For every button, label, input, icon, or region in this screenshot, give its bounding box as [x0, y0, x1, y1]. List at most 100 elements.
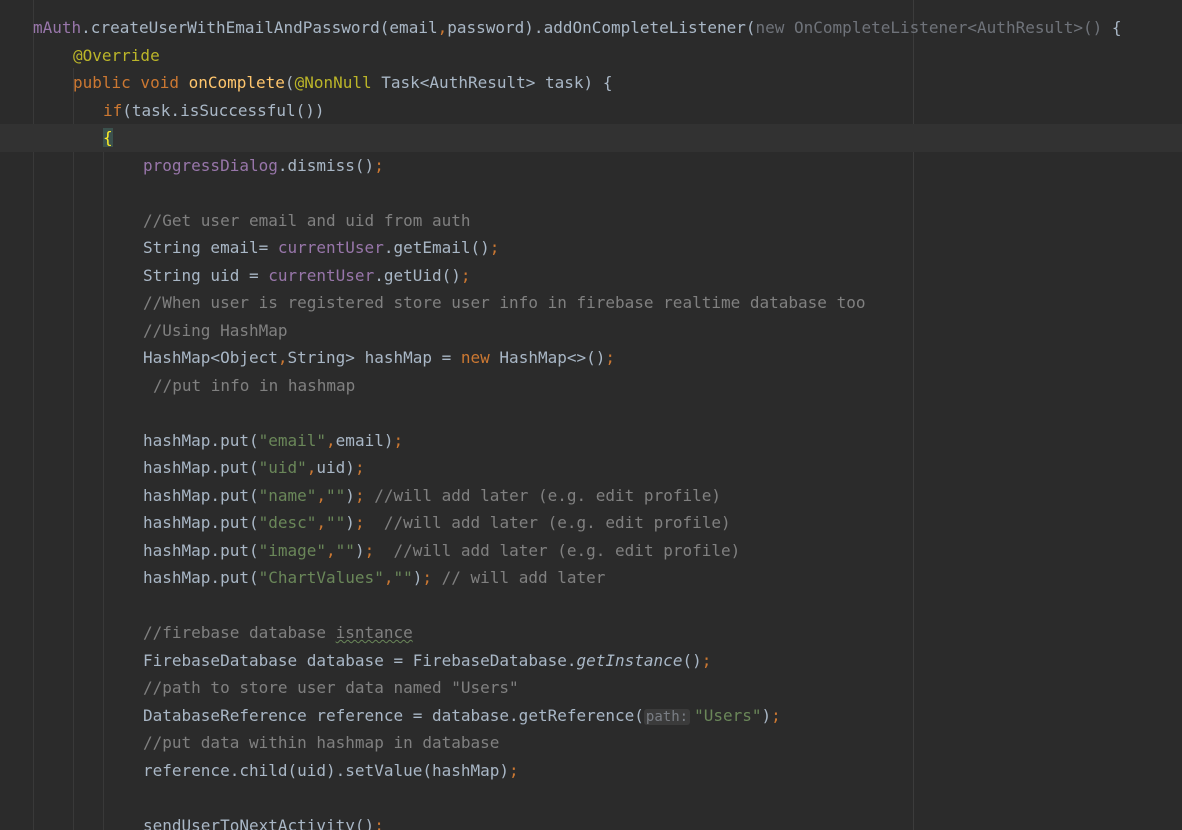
code-token: "image": [258, 540, 327, 560]
code-token: //When user is registered store user inf…: [143, 293, 866, 312]
code-token: ;: [460, 265, 471, 285]
code-token: ;: [364, 540, 375, 560]
code-line[interactable]: @Override: [0, 42, 1182, 70]
code-line[interactable]: [0, 784, 1182, 812]
code-token: currentUser: [277, 238, 384, 257]
code-line[interactable]: //When user is registered store user inf…: [0, 289, 1182, 317]
code-token: ;: [605, 348, 616, 367]
code-token: "email": [258, 430, 327, 450]
code-token: ;: [422, 568, 433, 587]
code-line[interactable]: sendUserToNextActivity();: [0, 812, 1182, 830]
code-line[interactable]: //put data within hashmap in database: [0, 729, 1182, 757]
code-token: isntance: [335, 623, 413, 642]
code-token: hashMap.put(: [143, 430, 259, 450]
code-line[interactable]: mAuth.createUserWithEmailAndPassword(ema…: [0, 14, 1182, 42]
code-line[interactable]: DatabaseReference reference = database.g…: [0, 702, 1182, 730]
code-line[interactable]: if(task.isSuccessful()): [0, 97, 1182, 125]
code-token: "": [335, 540, 355, 560]
code-editor[interactable]: mAuth.createUserWithEmailAndPassword(ema…: [0, 0, 1182, 830]
code-token: (: [284, 73, 295, 92]
code-token: ;: [489, 238, 500, 257]
code-token: // will add later: [432, 568, 606, 587]
code-token: ,: [437, 18, 448, 37]
code-token: onComplete: [188, 73, 285, 92]
code-token: String uid =: [143, 265, 269, 285]
code-token: ;: [354, 458, 365, 477]
code-token: .dismiss(): [277, 155, 375, 175]
code-line[interactable]: //Using HashMap: [0, 317, 1182, 345]
code-token: String> hashMap =: [287, 348, 461, 367]
code-line[interactable]: //Get user email and uid from auth: [0, 207, 1182, 235]
code-token: DatabaseReference reference = database.g…: [143, 705, 644, 725]
code-token: "": [326, 513, 346, 532]
code-token: //will add later (e.g. edit profile): [374, 540, 741, 560]
code-token: new OnCompleteListener<AuthResult>(): [755, 18, 1103, 37]
code-token: ,: [326, 540, 336, 560]
code-token: ): [345, 513, 355, 532]
code-token: //path to store user data named "Users": [143, 678, 519, 697]
code-line[interactable]: [0, 592, 1182, 620]
code-line[interactable]: hashMap.put("uid",uid);: [0, 454, 1182, 482]
code-token: FirebaseDatabase database = FirebaseData…: [143, 650, 577, 670]
code-token: hashMap.put(: [143, 568, 259, 587]
code-line[interactable]: hashMap.put("name",""); //will add later…: [0, 482, 1182, 510]
code-line[interactable]: HashMap<Object,String> hashMap = new Has…: [0, 344, 1182, 372]
code-token: //firebase database: [143, 623, 336, 642]
code-line[interactable]: progressDialog.dismiss();: [0, 152, 1182, 180]
code-line[interactable]: //put info in hashmap: [0, 372, 1182, 400]
code-line[interactable]: [0, 179, 1182, 207]
matched-brace: {: [103, 128, 113, 147]
code-token: {: [1102, 18, 1122, 37]
code-token: password).addOnCompleteListener(: [447, 18, 756, 37]
code-token: (): [682, 650, 702, 670]
code-token: progressDialog: [143, 155, 278, 175]
code-token: ,: [316, 485, 327, 505]
code-line[interactable]: [0, 399, 1182, 427]
code-line[interactable]: //path to store user data named "Users": [0, 674, 1182, 702]
code-token: ;: [509, 760, 519, 780]
code-token: //put data within hashmap in database: [143, 733, 500, 752]
code-token: HashMap<>(): [499, 348, 606, 367]
code-token: public void: [73, 73, 189, 92]
code-token: hashMap.put(: [143, 540, 259, 560]
code-token: (task.isSuccessful()): [122, 100, 325, 120]
code-line[interactable]: String uid = currentUser.getUid();: [0, 262, 1182, 290]
code-token: //Get user email and uid from auth: [143, 210, 471, 230]
code-token: uid): [316, 458, 355, 477]
code-token: "ChartValues": [258, 568, 384, 587]
code-token: "desc": [258, 513, 317, 532]
code-line[interactable]: reference.child(uid).setValue(hashMap);: [0, 757, 1182, 785]
code-token: //will add later (e.g. edit profile): [364, 485, 721, 505]
code-token: ): [761, 705, 772, 725]
code-token: .getUid(): [374, 265, 461, 285]
code-token: "name": [258, 485, 317, 505]
code-line[interactable]: hashMap.put("desc",""); //will add later…: [0, 509, 1182, 537]
code-token: @Override: [73, 45, 160, 65]
code-token: currentUser: [268, 265, 375, 285]
code-line[interactable]: {: [0, 124, 1182, 152]
code-line[interactable]: String email= currentUser.getEmail();: [0, 234, 1182, 262]
code-token: ,: [306, 458, 317, 477]
code-token: getInstance: [576, 650, 683, 670]
code-token: ;: [771, 705, 781, 725]
code-token: ;: [374, 155, 384, 175]
code-token: .createUserWithEmailAndPassword(email: [81, 18, 438, 37]
code-token: ;: [701, 650, 712, 670]
code-line[interactable]: FirebaseDatabase database = FirebaseData…: [0, 647, 1182, 675]
code-line[interactable]: hashMap.put("ChartValues",""); // will a…: [0, 564, 1182, 592]
code-token: ;: [374, 815, 384, 830]
code-line[interactable]: public void onComplete(@NonNull Task<Aut…: [0, 69, 1182, 97]
code-token: ): [354, 540, 365, 560]
code-token: HashMap<Object: [143, 348, 278, 367]
code-token: "": [393, 568, 413, 587]
code-line[interactable]: //firebase database isntance: [0, 619, 1182, 647]
code-token: "": [326, 485, 346, 505]
code-line[interactable]: hashMap.put("image",""); //will add late…: [0, 537, 1182, 565]
code-line[interactable]: hashMap.put("email",email);: [0, 427, 1182, 455]
code-token: hashMap.put(: [143, 485, 259, 505]
code-token: mAuth: [33, 18, 82, 37]
code-token: "uid": [258, 458, 307, 477]
code-token: @NonNull: [294, 73, 372, 92]
code-token: .getEmail(): [383, 238, 490, 257]
code-token: ,: [326, 430, 336, 450]
